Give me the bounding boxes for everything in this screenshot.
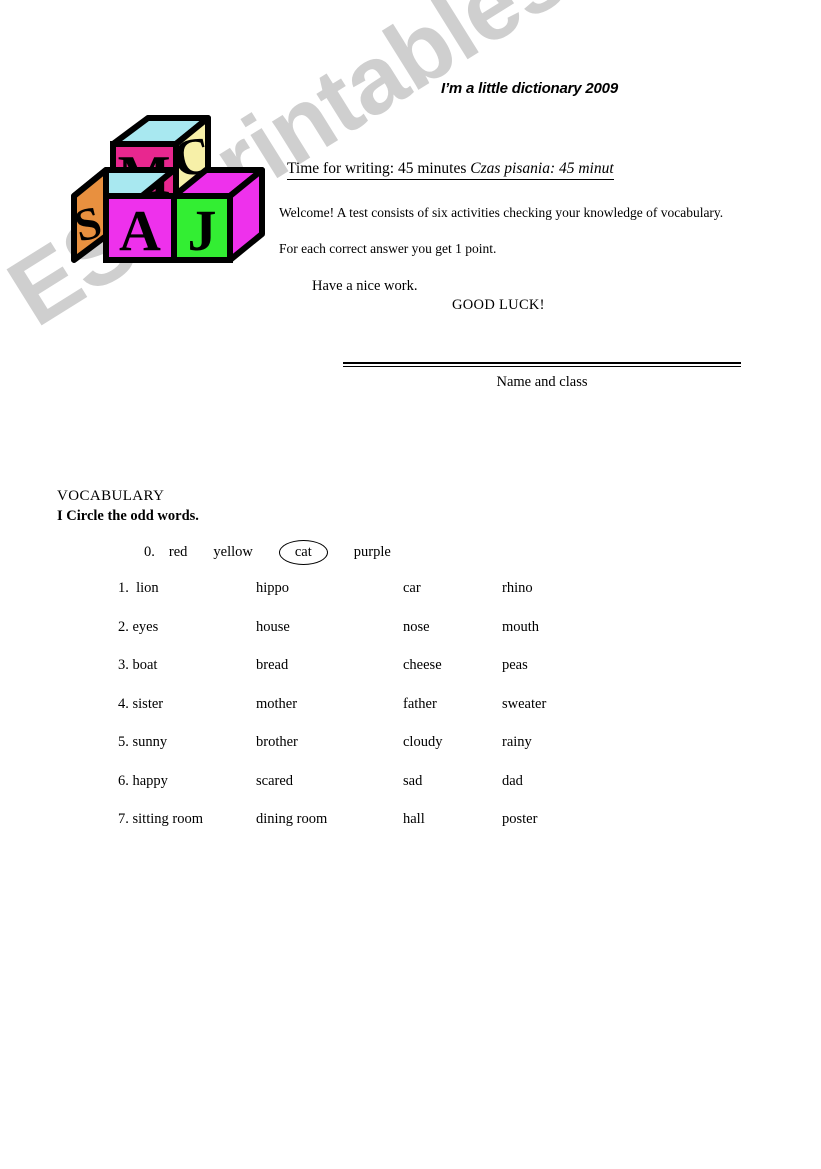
row-7-word-2[interactable]: hall <box>403 811 425 828</box>
table-row: 4. sister mother father sweater <box>0 696 821 735</box>
row-7-word-1[interactable]: dining room <box>256 811 327 828</box>
table-row: 2. eyes house nose mouth <box>0 619 821 658</box>
task-instruction: I Circle the odd words. <box>57 508 199 524</box>
row-4-word-2[interactable]: father <box>403 696 437 713</box>
time-for-writing: Time for writing: 45 minutes Czas pisani… <box>287 160 614 180</box>
table-row: 6. happy scared sad dad <box>0 773 821 812</box>
row-3-word-2[interactable]: cheese <box>403 657 442 674</box>
row-5-word-2[interactable]: cloudy <box>403 734 442 751</box>
example-number: 0. <box>144 544 155 560</box>
row-2-word-0[interactable]: 2. eyes <box>118 619 158 636</box>
row-7-word-3[interactable]: poster <box>502 811 537 828</box>
row-2-word-1[interactable]: house <box>256 619 290 636</box>
example-row: 0. red yellow cat purple <box>144 540 417 565</box>
row-4-word-1[interactable]: mother <box>256 696 297 713</box>
table-row: 3. boat bread cheese peas <box>0 657 821 696</box>
row-3-word-3[interactable]: peas <box>502 657 528 674</box>
row-1-word-3[interactable]: rhino <box>502 580 533 597</box>
row-3-word-1[interactable]: bread <box>256 657 288 674</box>
name-and-class-label: Name and class <box>496 374 588 390</box>
svg-text:A: A <box>119 198 161 263</box>
row-2-word-2[interactable]: nose <box>403 619 430 636</box>
row-1-word-0[interactable]: 1. lion <box>118 580 159 597</box>
example-word-1[interactable]: yellow <box>213 544 252 560</box>
section-heading-vocabulary: VOCABULARY <box>57 488 165 504</box>
row-4-word-3[interactable]: sweater <box>502 696 546 713</box>
row-2-word-3[interactable]: mouth <box>502 619 539 636</box>
row-1-word-2[interactable]: car <box>403 580 421 597</box>
alphabet-blocks-svg: M C S A J <box>69 115 265 263</box>
row-4-word-0[interactable]: 4. sister <box>118 696 163 713</box>
row-6-word-0[interactable]: 6. happy <box>118 773 168 790</box>
block-bottom-right: J <box>171 167 265 263</box>
block-bottom-left: S A <box>69 167 177 263</box>
table-row: 7. sitting room dining room hall poster <box>0 811 821 850</box>
table-row: 1. lion hippo car rhino <box>0 580 821 619</box>
welcome-text: Welcome! A test consists of six activiti… <box>279 205 724 220</box>
time-en: Time for writing: 45 minutes <box>287 160 471 177</box>
page-title: I’m a little dictionary 2009 <box>441 80 618 97</box>
worksheet-page: ESLprintables.com I’m a little dictionar… <box>0 0 821 1169</box>
example-word-0[interactable]: red <box>169 544 188 560</box>
row-5-word-0[interactable]: 5. sunny <box>118 734 167 751</box>
row-1-word-1[interactable]: hippo <box>256 580 289 597</box>
alphabet-blocks-logo: M C S A J <box>68 104 268 274</box>
row-6-word-3[interactable]: dad <box>502 773 523 790</box>
table-row: 5. sunny brother cloudy rainy <box>0 734 821 773</box>
points-text: For each correct answer you get 1 point. <box>279 241 497 256</box>
name-and-class-rule <box>343 362 741 367</box>
row-6-word-1[interactable]: scared <box>256 773 293 790</box>
svg-text:J: J <box>188 198 217 263</box>
good-luck-text: GOOD LUCK! <box>452 297 545 313</box>
example-word-2-circled[interactable]: cat <box>278 540 328 565</box>
example-word-3[interactable]: purple <box>354 544 391 560</box>
row-6-word-2[interactable]: sad <box>403 773 422 790</box>
row-5-word-3[interactable]: rainy <box>502 734 532 751</box>
time-pl: Czas pisania: 45 minut <box>470 160 614 177</box>
row-3-word-0[interactable]: 3. boat <box>118 657 157 674</box>
row-5-word-1[interactable]: brother <box>256 734 298 751</box>
nice-work-text: Have a nice work. <box>312 278 418 294</box>
odd-word-rows: 1. lion hippo car rhino 2. eyes house no… <box>0 580 821 850</box>
row-7-word-0[interactable]: 7. sitting room <box>118 811 203 828</box>
